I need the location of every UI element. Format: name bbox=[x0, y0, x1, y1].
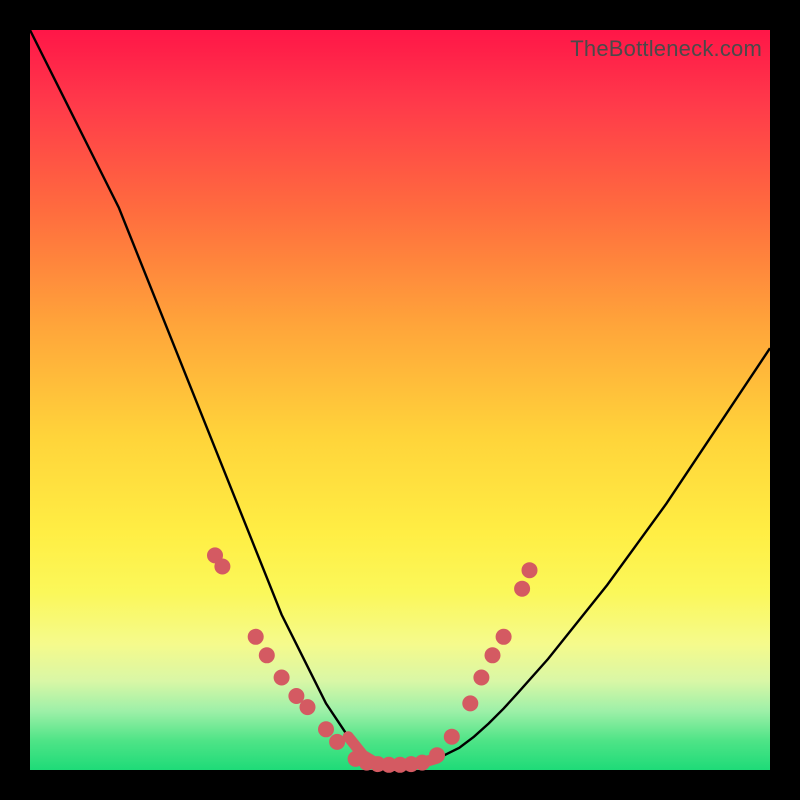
bottleneck-curve bbox=[30, 30, 770, 766]
chart-frame: TheBottleneck.com bbox=[0, 0, 800, 800]
curve-marker bbox=[485, 647, 501, 663]
curve-marker bbox=[514, 581, 530, 597]
curve-marker bbox=[214, 559, 230, 575]
curve-marker bbox=[329, 734, 345, 750]
curve-marker bbox=[274, 670, 290, 686]
plot-area: TheBottleneck.com bbox=[30, 30, 770, 770]
curve-marker bbox=[248, 629, 264, 645]
curve-markers bbox=[207, 547, 538, 772]
curve-marker bbox=[522, 562, 538, 578]
curve-marker bbox=[444, 729, 460, 745]
curve-marker bbox=[496, 629, 512, 645]
curve-marker bbox=[259, 647, 275, 663]
curve-marker bbox=[462, 695, 478, 711]
curve-marker bbox=[300, 699, 316, 715]
curve-marker bbox=[429, 747, 445, 763]
chart-svg bbox=[30, 30, 770, 770]
curve-marker bbox=[414, 755, 430, 771]
curve-marker bbox=[473, 670, 489, 686]
curve-marker bbox=[318, 721, 334, 737]
